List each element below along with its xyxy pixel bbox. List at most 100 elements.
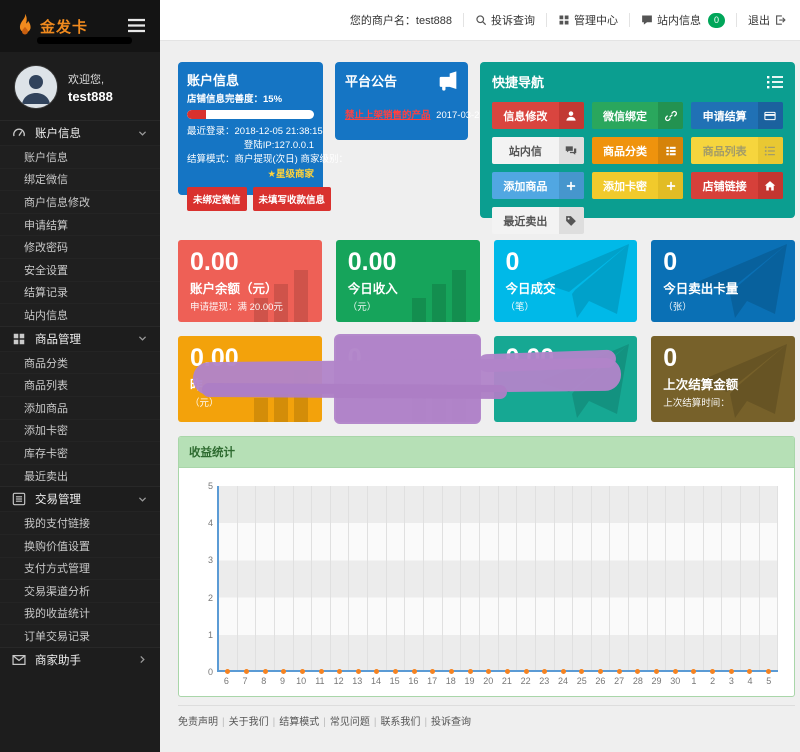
sidebar-item-添加卡密[interactable]: 添加卡密 xyxy=(0,418,160,442)
divider xyxy=(462,13,464,27)
x-tick-label: 22 xyxy=(520,676,531,686)
quicknav-button-添加商品[interactable]: 添加商品 xyxy=(492,172,584,199)
bind-wechat-warning-button[interactable]: 未绑定微信 xyxy=(187,187,247,212)
app-brand[interactable]: 金发卡 xyxy=(0,0,160,52)
footer-link-免责声明[interactable]: 免责声明 xyxy=(178,717,218,728)
quicknav-button-添加卡密[interactable]: 添加卡密 xyxy=(591,172,684,199)
quicknav-button-label: 站内信 xyxy=(508,145,542,158)
dashboard-content: 账户信息 店铺信息完善度：15% 最近登录：2018-12-05 21:38:1… xyxy=(178,62,795,738)
chart-gridline xyxy=(573,486,592,674)
divider xyxy=(628,13,630,27)
sidebar-item-订单交易记录[interactable]: 订单交易记录 xyxy=(0,624,160,647)
stat-card-8: 0 上次结算金额 上次结算时间： xyxy=(651,336,795,422)
chart-gridline xyxy=(760,486,779,674)
sidebar-section-商品管理[interactable]: 商品管理 xyxy=(0,325,160,351)
footer-link-投诉查询[interactable]: 投诉查询 xyxy=(431,717,471,728)
chart-marker xyxy=(449,669,454,674)
sidebar-item-交易渠道分析[interactable]: 交易渠道分析 xyxy=(0,579,160,602)
settle-mode-text: 结算模式：商户提现(次日) 商家级别： xyxy=(187,153,348,165)
list-icon[interactable] xyxy=(767,75,783,89)
stat-card-5: 0.00 昨 （元） xyxy=(178,336,322,422)
quicknav-button-信息修改[interactable]: 信息修改 xyxy=(492,102,584,129)
quicknav-button-店铺链接[interactable]: 店铺链接 xyxy=(691,172,783,199)
sidebar-item-添加商品[interactable]: 添加商品 xyxy=(0,395,160,419)
account-panel-title: 账户信息 xyxy=(187,73,240,88)
chart-gridline xyxy=(331,486,350,674)
sidebar-item-商品列表[interactable]: 商品列表 xyxy=(0,373,160,396)
x-tick-label: 6 xyxy=(223,676,229,686)
chart-marker xyxy=(430,669,436,674)
footer-link-关于我们[interactable]: 关于我们 xyxy=(229,717,269,728)
quicknav-button-站内信[interactable]: 站内信 xyxy=(492,137,584,164)
quicknav-button-label: 微信绑定 xyxy=(602,110,647,123)
avatar xyxy=(14,65,58,109)
chart-gridline xyxy=(368,486,387,674)
payee-info-warning-button[interactable]: 未填写收款信息 xyxy=(252,187,332,212)
chart-marker xyxy=(598,669,604,674)
chart-gridline xyxy=(387,486,406,674)
y-tick-label: 1 xyxy=(207,629,213,640)
link-icon xyxy=(658,102,684,129)
y-tick-label: 4 xyxy=(207,518,213,529)
logout-link[interactable]: 退出 xyxy=(748,12,786,28)
stat-card-4: 0 今日卖出卡量 （张） xyxy=(651,240,795,322)
divider: | xyxy=(323,717,326,728)
announcement-link[interactable]: 禁止上架销售的产品 xyxy=(345,110,431,121)
sidebar-item-库存卡密[interactable]: 库存卡密 xyxy=(0,441,160,464)
sidebar-item-商户信息修改[interactable]: 商户信息修改 xyxy=(0,190,160,213)
quicknav-button-最近卖出[interactable]: 最近卖出 xyxy=(492,207,584,234)
sidebar-item-申请结算[interactable]: 申请结算 xyxy=(0,212,160,236)
quicknav-button-商品分类[interactable]: 商品分类 xyxy=(591,137,684,164)
chart-marker xyxy=(318,669,324,674)
sidebar-section-账户信息[interactable]: 账户信息 xyxy=(0,120,160,145)
chart-gridline xyxy=(592,486,611,674)
footer-link-结算模式[interactable]: 结算模式 xyxy=(279,717,319,728)
x-tick-label: 1 xyxy=(691,676,697,686)
sidebar-item-最近卖出[interactable]: 最近卖出 xyxy=(0,463,160,487)
stat-value: 0 xyxy=(663,248,678,276)
chart-gridline xyxy=(275,486,294,674)
sidebar-item-换购价值设置[interactable]: 换购价值设置 xyxy=(0,533,160,557)
chart-gridline xyxy=(443,486,462,674)
chart-marker xyxy=(542,669,548,674)
footer-link-联系我们[interactable]: 联系我们 xyxy=(380,717,420,728)
account-info-panel: 账户信息 店铺信息完善度：15% 最近登录：2018-12-05 21:38:1… xyxy=(178,62,348,212)
sidebar-section-交易管理[interactable]: 交易管理 xyxy=(0,486,160,512)
sidebar-section-商家助手[interactable]: 商家助手 xyxy=(0,646,160,672)
plus-icon xyxy=(558,172,584,199)
app-title: 金发卡 xyxy=(40,19,89,36)
x-tick-label: 15 xyxy=(389,676,400,686)
x-tick-label: 12 xyxy=(333,676,344,686)
quicknav-button-商品列表[interactable]: 商品列表 xyxy=(691,137,783,164)
chart-marker xyxy=(355,669,361,674)
admin-center-link[interactable]: 管理中心 xyxy=(558,12,618,28)
sidebar-item-支付方式管理[interactable]: 支付方式管理 xyxy=(0,556,160,580)
sidebar-item-我的收益统计[interactable]: 我的收益统计 xyxy=(0,601,160,625)
x-tick-label: 20 xyxy=(483,676,494,686)
chart-gridline xyxy=(741,486,760,674)
sidebar-item-账户信息[interactable]: 账户信息 xyxy=(0,145,160,168)
sidebar-item-安全设置[interactable]: 安全设置 xyxy=(0,257,160,281)
quicknav-button-label: 信息修改 xyxy=(503,110,548,123)
chart-gridline xyxy=(405,486,425,674)
sidebar-item-修改密码[interactable]: 修改密码 xyxy=(0,235,160,258)
sidebar-item-站内信息[interactable]: 站内信息 xyxy=(0,303,160,326)
sidebar-item-结算记录[interactable]: 结算记录 xyxy=(0,280,160,304)
sidebar-item-商品分类[interactable]: 商品分类 xyxy=(0,350,160,374)
chart-gridline xyxy=(256,486,275,674)
sidebar-item-绑定微信[interactable]: 绑定微信 xyxy=(0,167,160,191)
divider xyxy=(736,13,737,27)
x-tick-label: 26 xyxy=(595,676,606,686)
footer-link-常见问题[interactable]: 常见问题 xyxy=(330,717,370,728)
chevron-down-icon xyxy=(137,128,148,139)
thlist-icon xyxy=(658,137,684,164)
quicknav-button-微信绑定[interactable]: 微信绑定 xyxy=(591,102,684,129)
sidebar-item-我的支付链接[interactable]: 我的支付链接 xyxy=(0,511,160,534)
quicknav-button-申请结算[interactable]: 申请结算 xyxy=(691,102,783,129)
hamburger-icon[interactable] xyxy=(128,18,145,33)
x-tick-label: 11 xyxy=(315,676,325,686)
x-tick-label: 5 xyxy=(766,676,772,686)
site-messages-link[interactable]: 站内信息 0 xyxy=(641,12,725,28)
x-tick-label: 30 xyxy=(670,676,681,686)
complaint-search-link[interactable]: 投诉查询 xyxy=(475,12,535,28)
